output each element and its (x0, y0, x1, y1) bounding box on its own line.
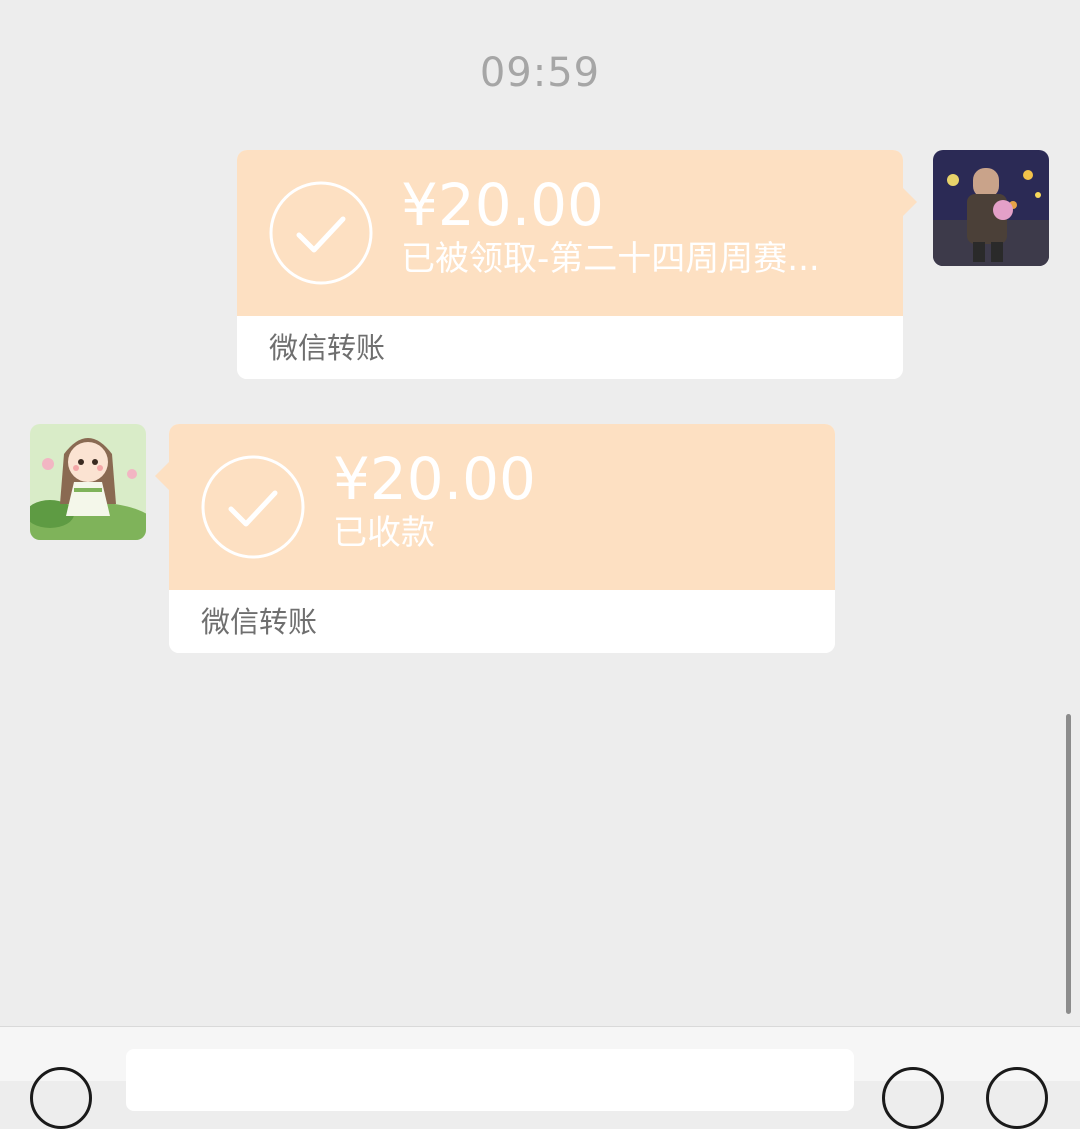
card-top: ¥20.00 已收款 (169, 424, 835, 590)
avatar-night-street-photo (933, 150, 1049, 266)
plus-button[interactable] (986, 1067, 1048, 1129)
card-bottom: 微信转账 (237, 316, 903, 379)
voice-button[interactable] (30, 1067, 92, 1129)
card-top: ¥20.00 已被领取-第二十四周周赛... (237, 150, 903, 316)
checkmark-circle-icon (201, 455, 305, 559)
transfer-label: 微信转账 (201, 605, 318, 639)
emoji-button[interactable] (882, 1067, 944, 1129)
checkmark-circle-icon (269, 181, 373, 285)
transfer-status: 已收款 (333, 513, 435, 553)
transfer-amount: ¥20.00 (333, 445, 536, 513)
bubble-tail-right (903, 188, 917, 216)
scrollbar[interactable] (1066, 714, 1071, 1014)
card-bottom: 微信转账 (169, 590, 835, 653)
avatar-cartoon-girl (30, 424, 146, 540)
input-bar (0, 1026, 1080, 1129)
transfer-card-received[interactable]: ¥20.00 已收款 微信转账 (155, 424, 835, 653)
chat-timestamp: 09:59 (479, 50, 601, 96)
transfer-status: 已被领取-第二十四周周赛... (401, 239, 820, 279)
bubble-tail-left (155, 462, 169, 490)
transfer-card-sent[interactable]: ¥20.00 已被领取-第二十四周周赛... 微信转账 (237, 150, 917, 379)
avatar-self[interactable] (933, 150, 1049, 266)
avatar-other[interactable] (30, 424, 146, 540)
transfer-label: 微信转账 (269, 331, 386, 365)
message-input[interactable] (126, 1049, 854, 1111)
transfer-amount: ¥20.00 (401, 171, 604, 239)
